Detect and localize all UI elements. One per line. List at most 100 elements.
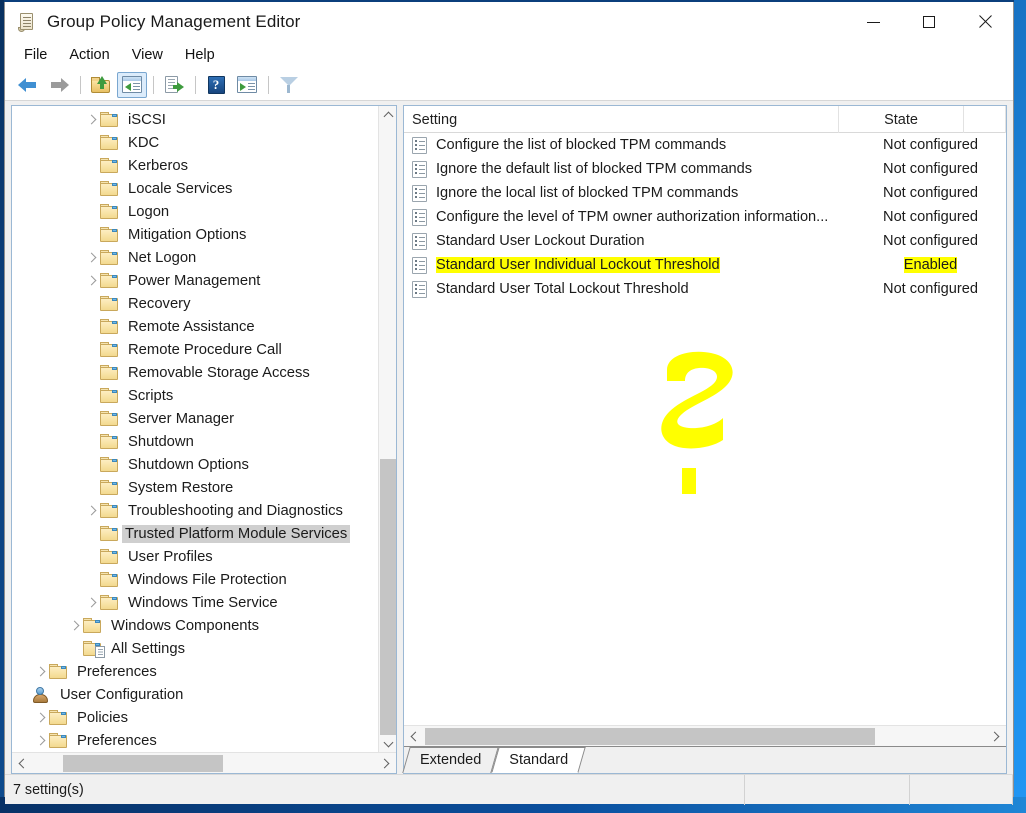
tree-hscroll-thumb[interactable] <box>63 754 223 772</box>
tree-item[interactable]: iSCSI <box>12 108 378 131</box>
table-row[interactable]: Ignore the local list of blocked TPM com… <box>404 181 1006 205</box>
folder-icon <box>49 733 68 748</box>
tree-scroll-down-button[interactable] <box>379 734 396 752</box>
toolbar: ? <box>5 69 1013 101</box>
window-title: Group Policy Management Editor <box>47 12 301 31</box>
tab-standard[interactable]: Standard <box>491 747 586 773</box>
tree-item[interactable]: Net Logon <box>12 246 378 269</box>
expand-chevron-icon[interactable] <box>84 250 100 266</box>
menu-help[interactable]: Help <box>174 44 226 66</box>
tree-item[interactable]: Power Management <box>12 269 378 292</box>
list-hscroll-thumb[interactable] <box>425 727 875 745</box>
tree-item[interactable]: Kerberos <box>12 154 378 177</box>
expand-chevron-icon[interactable] <box>84 112 100 128</box>
expand-chevron-icon[interactable] <box>33 710 49 726</box>
expand-chevron-icon[interactable] <box>67 618 83 634</box>
tree-scroll-left-button[interactable] <box>12 753 33 774</box>
folder-icon <box>83 618 102 633</box>
maximize-button[interactable] <box>901 2 957 42</box>
tree-item[interactable]: System Restore <box>12 476 378 499</box>
tree-item[interactable]: Shutdown <box>12 430 378 453</box>
tree-item[interactable]: Preferences <box>12 729 378 752</box>
tree-hscroll-track[interactable] <box>33 753 375 774</box>
setting-state: Not configured <box>883 233 978 249</box>
column-header-state[interactable]: State <box>839 106 964 133</box>
tree-item[interactable]: Policies <box>12 706 378 729</box>
tree-item-label: Shutdown Options <box>128 456 249 473</box>
tree-item[interactable]: KDC <box>12 131 378 154</box>
tree-item[interactable]: Recovery <box>12 292 378 315</box>
table-row[interactable]: Standard User Total Lockout Threshold Not… <box>404 277 1006 301</box>
menu-view[interactable]: View <box>121 44 174 66</box>
status-bar: 7 setting(s) <box>5 774 1013 805</box>
help-button[interactable]: ? <box>201 72 231 98</box>
table-row[interactable]: Configure the level of TPM owner authori… <box>404 205 1006 229</box>
tree-vertical-scrollbar[interactable] <box>378 106 396 752</box>
list-horizontal-scrollbar[interactable] <box>404 725 1006 746</box>
tree-item[interactable]: Windows File Protection <box>12 568 378 591</box>
table-row[interactable]: Standard User Lockout Duration Not config… <box>404 229 1006 253</box>
tree-item[interactable]: User Configuration <box>12 683 378 706</box>
tree-item[interactable]: All Settings <box>12 637 378 660</box>
setting-state: Not configured <box>883 161 978 177</box>
tree-item-label: iSCSI <box>128 111 166 128</box>
close-button[interactable] <box>957 2 1013 42</box>
table-row[interactable]: Configure the list of blocked TPM comman… <box>404 133 1006 157</box>
tab-extended[interactable]: Extended <box>402 747 500 773</box>
tree-item[interactable]: Removable Storage Access <box>12 361 378 384</box>
back-button[interactable] <box>13 72 43 98</box>
list-scroll-left-button[interactable] <box>404 726 425 747</box>
tree-item[interactable]: Remote Procedure Call <box>12 338 378 361</box>
show-action-pane-button[interactable] <box>232 72 262 98</box>
tree-horizontal-scrollbar[interactable] <box>12 752 396 773</box>
expand-chevron-icon[interactable] <box>84 503 100 519</box>
tree-item-label: User Profiles <box>128 548 213 565</box>
tree-item[interactable]: Mitigation Options <box>12 223 378 246</box>
menu-action[interactable]: Action <box>58 44 120 66</box>
expand-chevron-icon[interactable] <box>33 664 49 680</box>
list-hscroll-track[interactable] <box>425 726 985 747</box>
tree-item-label: Remote Procedure Call <box>128 341 282 358</box>
folder-icon <box>100 158 119 173</box>
tree-item[interactable]: User Profiles <box>12 545 378 568</box>
setting-name: Configure the list of blocked TPM comman… <box>436 137 727 153</box>
console-tree-list[interactable]: iSCSI KDC Kerberos Locale Services Logon Miti… <box>12 106 378 752</box>
tree-item[interactable]: Locale Services <box>12 177 378 200</box>
minimize-icon <box>866 21 880 23</box>
list-scroll-right-button[interactable] <box>985 726 1006 747</box>
tree-item[interactable]: Server Manager <box>12 407 378 430</box>
tree-item[interactable]: Troubleshooting and Diagnostics <box>12 499 378 522</box>
filter-button[interactable] <box>274 72 304 98</box>
tree-item[interactable]: Scripts <box>12 384 378 407</box>
tree-item[interactable]: Logon <box>12 200 378 223</box>
forward-button[interactable] <box>44 72 74 98</box>
title-bar[interactable]: Group Policy Management Editor <box>5 2 1013 42</box>
table-row[interactable]: Ignore the default list of blocked TPM c… <box>404 157 1006 181</box>
menu-file[interactable]: File <box>13 44 58 66</box>
tree-item[interactable]: Trusted Platform Module Services <box>12 522 378 545</box>
expand-chevron-icon[interactable] <box>84 595 100 611</box>
settings-list-pane: Setting State Configure the list of bloc… <box>402 105 1007 774</box>
export-list-button[interactable] <box>159 72 189 98</box>
minimize-button[interactable] <box>845 2 901 42</box>
tree-item[interactable]: Windows Time Service <box>12 591 378 614</box>
tree-scroll-up-button[interactable] <box>379 106 396 124</box>
up-one-level-button[interactable] <box>86 72 116 98</box>
folder-icon <box>100 112 119 127</box>
tree-item[interactable]: Windows Components <box>12 614 378 637</box>
column-header-setting[interactable]: Setting <box>404 106 839 133</box>
tree-item[interactable]: Preferences <box>12 660 378 683</box>
show-hide-console-tree-button[interactable] <box>117 71 147 98</box>
expand-chevron-icon[interactable] <box>33 733 49 749</box>
tree-item[interactable]: Shutdown Options <box>12 453 378 476</box>
tree-scroll-track[interactable] <box>379 124 396 735</box>
tree-scroll-thumb[interactable] <box>380 459 396 735</box>
settings-list-body[interactable]: Configure the list of blocked TPM comman… <box>404 133 1006 725</box>
expand-chevron-icon[interactable] <box>84 273 100 289</box>
tree-scroll-right-button[interactable] <box>375 753 396 774</box>
table-row[interactable]: Standard User Individual Lockout Thresho… <box>404 253 1006 277</box>
tree-item[interactable]: Remote Assistance <box>12 315 378 338</box>
